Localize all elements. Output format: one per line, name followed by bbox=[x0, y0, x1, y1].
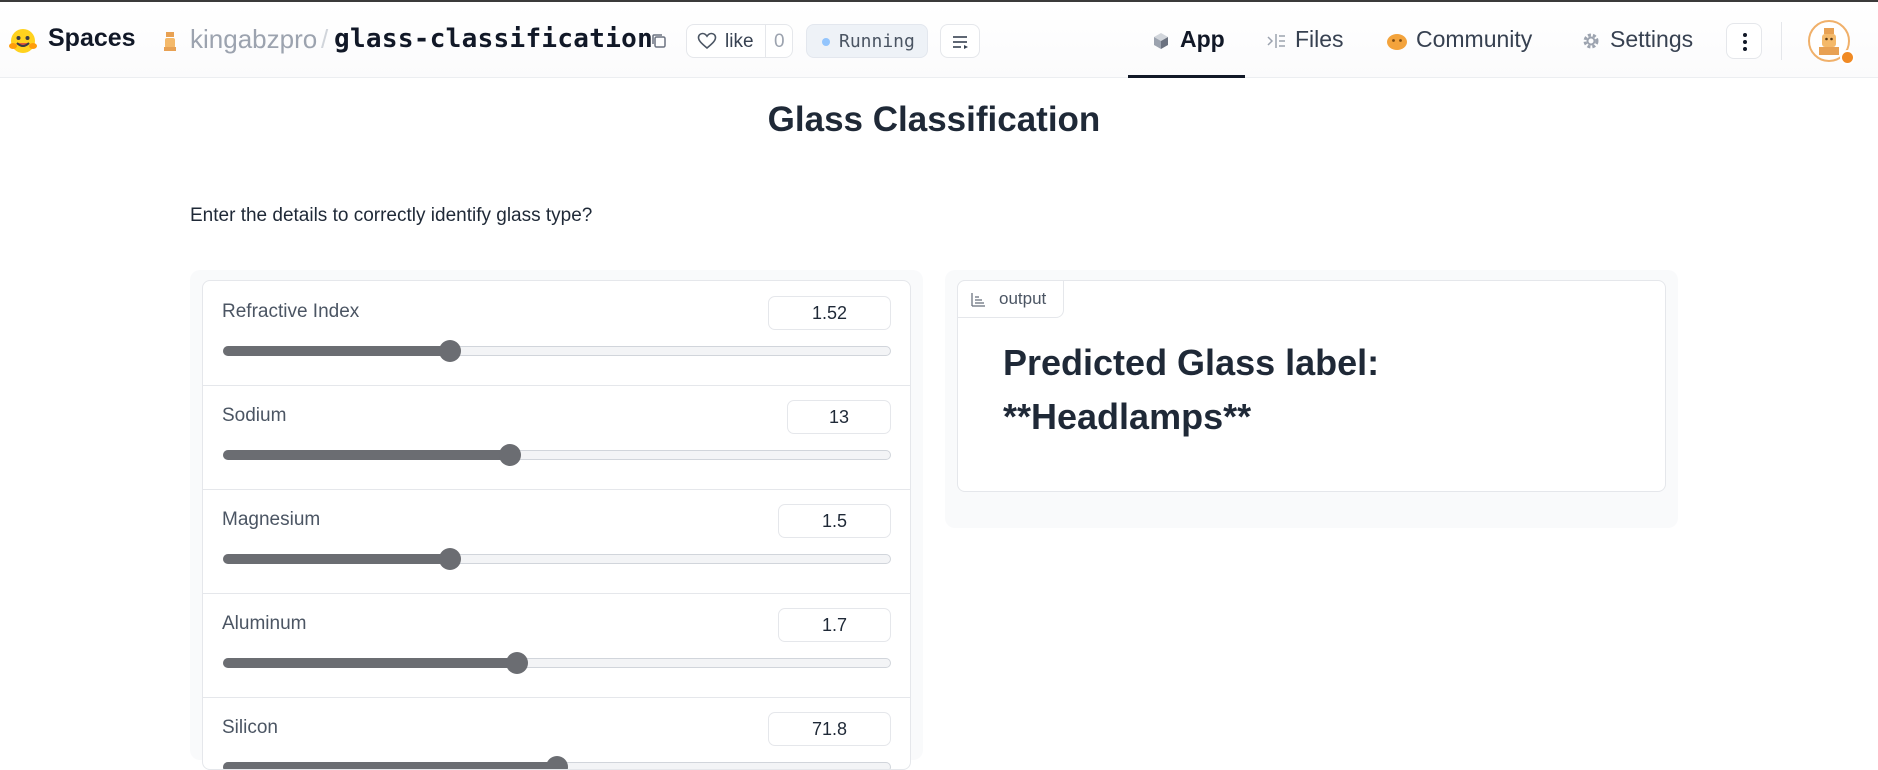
slider-label: Magnesium bbox=[222, 509, 321, 530]
slider-silicon: Silicon 71.8 bbox=[203, 697, 910, 769]
more-dot-icon bbox=[1743, 47, 1747, 51]
more-options-button[interactable] bbox=[1726, 23, 1762, 59]
tab-community[interactable]: Community bbox=[1386, 24, 1556, 78]
slider-fill bbox=[223, 346, 451, 356]
slider-fill bbox=[223, 762, 557, 769]
list-icon bbox=[953, 36, 968, 49]
logs-button[interactable] bbox=[940, 24, 980, 58]
slider-number-input[interactable]: 1.5 bbox=[778, 504, 891, 538]
slider-handle[interactable] bbox=[546, 756, 568, 769]
header-divider bbox=[1781, 22, 1782, 60]
slider-handle[interactable] bbox=[505, 652, 528, 674]
slider-handle[interactable] bbox=[499, 444, 522, 466]
cube-icon bbox=[1154, 33, 1168, 49]
community-icon bbox=[1387, 34, 1407, 50]
slider-number-input[interactable]: 71.8 bbox=[768, 712, 891, 746]
slider-refractive-index: Refractive Index 1.52 bbox=[203, 281, 910, 386]
slider-fill bbox=[223, 450, 511, 460]
repo-name-link[interactable]: glass-classification bbox=[334, 24, 653, 54]
description-text: Enter the details to correctly identify … bbox=[190, 205, 593, 226]
gear-icon bbox=[1583, 33, 1599, 49]
output-label-tag: output bbox=[957, 280, 1064, 318]
spaces-link[interactable]: Spaces bbox=[48, 24, 136, 53]
slider-handle[interactable] bbox=[439, 548, 462, 570]
hugging-face-logo-icon[interactable] bbox=[8, 26, 38, 56]
more-dot-icon bbox=[1743, 40, 1747, 44]
slider-fill bbox=[223, 658, 517, 668]
output-tag-text: output bbox=[999, 289, 1047, 308]
slider-label: Silicon bbox=[222, 717, 278, 738]
more-dot-icon bbox=[1743, 33, 1747, 37]
inputs-panel: Refractive Index 1.52 Sodium 13 Magnesiu… bbox=[190, 270, 923, 770]
tab-files-label: Files bbox=[1295, 26, 1344, 52]
like-divider bbox=[765, 25, 766, 57]
tab-app[interactable]: App bbox=[1150, 24, 1250, 78]
owner-link[interactable]: kingabzpro bbox=[190, 24, 317, 55]
slider-group: Refractive Index 1.52 Sodium 13 Magnesiu… bbox=[202, 280, 911, 770]
prediction-text: Predicted Glass label: **Headlamps** bbox=[1003, 336, 1643, 444]
status-badge[interactable]: Running bbox=[806, 24, 928, 58]
slider-number-input[interactable]: 1.7 bbox=[778, 608, 891, 642]
prediction-line-1: Predicted Glass label: bbox=[1003, 342, 1380, 383]
like-count[interactable]: 0 bbox=[774, 31, 785, 53]
output-box: output Predicted Glass label: **Headlamp… bbox=[957, 280, 1666, 492]
status-text: Running bbox=[839, 31, 915, 52]
tab-settings-label: Settings bbox=[1610, 26, 1694, 52]
heart-icon bbox=[697, 32, 717, 50]
slider-aluminum: Aluminum 1.7 bbox=[203, 593, 910, 698]
like-button[interactable]: like 0 bbox=[686, 24, 793, 58]
status-dot-icon bbox=[822, 38, 830, 46]
slider-label: Refractive Index bbox=[222, 301, 360, 322]
notification-dot-icon bbox=[1840, 50, 1855, 65]
slider-magnesium: Magnesium 1.5 bbox=[203, 489, 910, 594]
space-header: Spaces kingabzpro / glass-classification… bbox=[0, 2, 1878, 78]
page-title: Glass Classification bbox=[767, 100, 1101, 139]
owner-avatar-icon bbox=[164, 32, 176, 51]
prediction-line-2: **Headlamps** bbox=[1003, 396, 1252, 437]
slider-handle[interactable] bbox=[439, 340, 462, 362]
tab-settings[interactable]: Settings bbox=[1580, 24, 1710, 78]
output-panel: output Predicted Glass label: **Headlamp… bbox=[945, 270, 1678, 528]
slider-number-input[interactable]: 13 bbox=[787, 400, 891, 434]
active-tab-indicator bbox=[1128, 75, 1245, 78]
like-label: like bbox=[725, 31, 754, 52]
slider-label: Aluminum bbox=[222, 613, 307, 634]
copy-icon[interactable] bbox=[650, 32, 668, 50]
slider-sodium: Sodium 13 bbox=[203, 385, 910, 490]
tab-app-label: App bbox=[1180, 26, 1225, 52]
files-icon bbox=[1267, 34, 1285, 48]
slider-fill bbox=[223, 554, 451, 564]
tab-community-label: Community bbox=[1416, 26, 1533, 52]
slider-number-input[interactable]: 1.52 bbox=[768, 296, 891, 330]
chart-icon bbox=[971, 293, 985, 307]
tab-files[interactable]: Files bbox=[1265, 24, 1375, 78]
slider-label: Sodium bbox=[222, 405, 287, 426]
path-separator: / bbox=[321, 24, 329, 54]
